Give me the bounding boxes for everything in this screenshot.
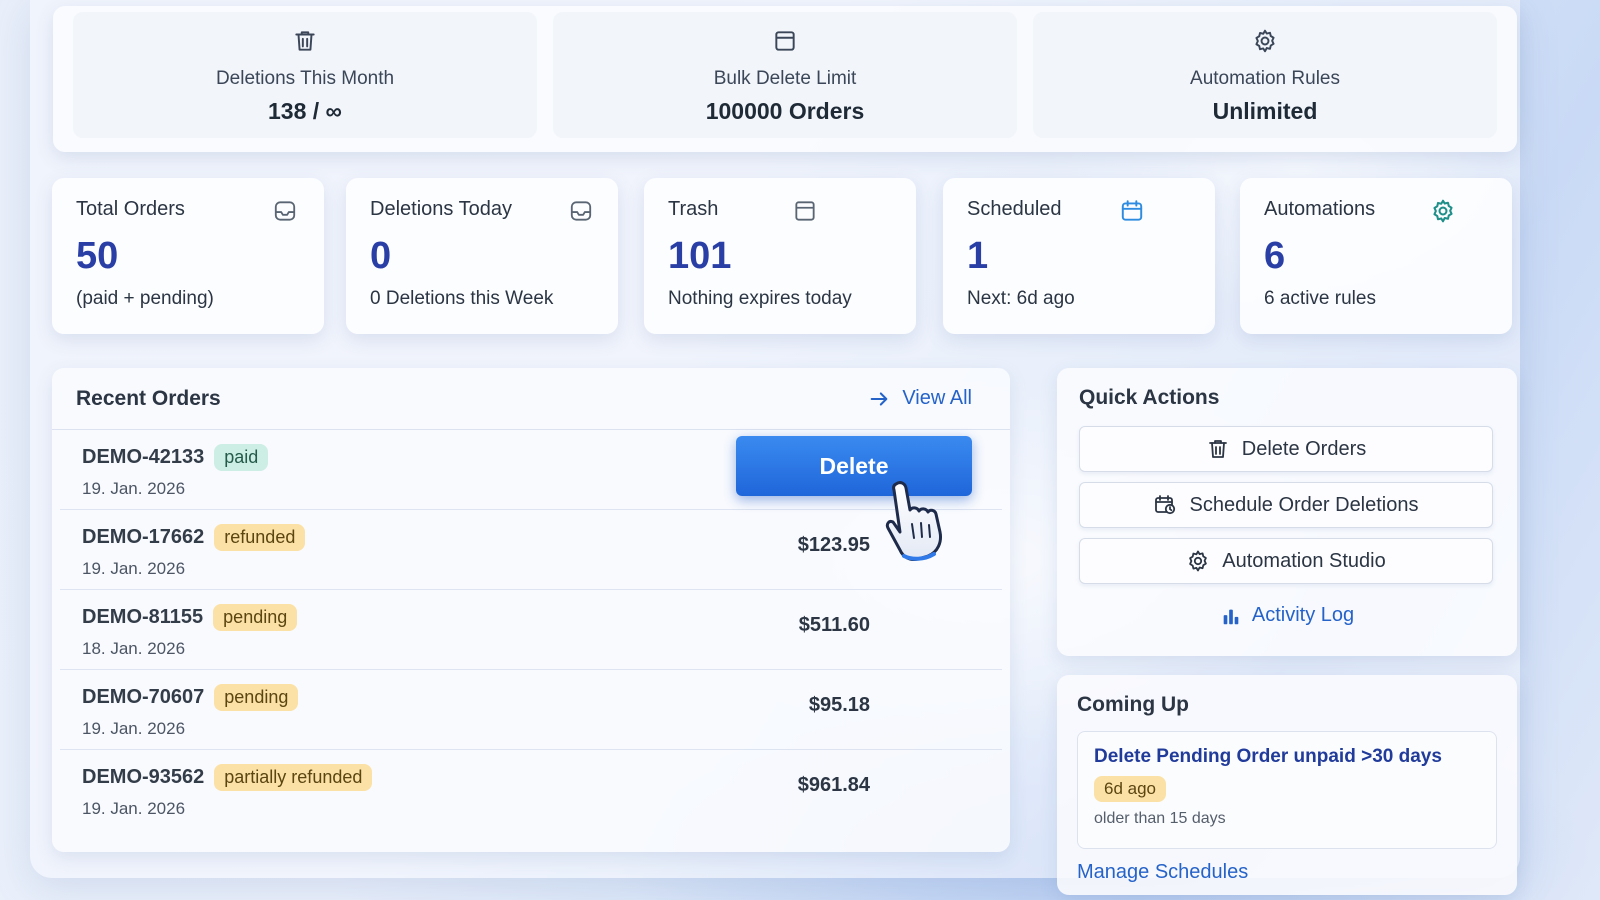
- status-badge: partially refunded: [214, 764, 373, 791]
- order-id: DEMO-17662: [82, 526, 205, 548]
- stat-card-automations[interactable]: Automations 6 6 active rules: [1240, 178, 1512, 334]
- arrow-right-icon: [870, 391, 888, 406]
- automation-studio-button[interactable]: Automation Studio: [1079, 538, 1493, 584]
- order-id: DEMO-81155: [82, 606, 204, 628]
- stat-subtitle: Nothing expires today: [668, 288, 852, 309]
- stat-subtitle: (paid + pending): [76, 288, 214, 309]
- box-icon: [775, 31, 795, 51]
- table-row[interactable]: DEMO-42133 paid 19. Jan. 2026 Delete: [60, 430, 1002, 510]
- button-label: Delete Orders: [1241, 437, 1367, 460]
- gear-icon: [1189, 550, 1208, 572]
- table-row[interactable]: DEMO-81155 pending 18. Jan. 2026 $511.60: [60, 590, 1002, 670]
- order-amount: $511.60: [798, 614, 870, 636]
- summary-automation-rules: Automation Rules Unlimited: [1033, 12, 1497, 138]
- summary-label: Deletions This Month: [215, 68, 395, 89]
- box-icon: [795, 201, 815, 221]
- stat-subtitle: Next: 6d ago: [967, 288, 1075, 309]
- summary-value: 100000 Orders: [705, 98, 865, 124]
- summary-label: Automation Rules: [1190, 68, 1340, 89]
- hand-pointer-cursor-icon: [885, 481, 942, 561]
- stat-card-trash[interactable]: Trash 101 Nothing expires today: [644, 178, 916, 334]
- stat-card-scheduled[interactable]: Scheduled 1 Next: 6d ago: [943, 178, 1215, 334]
- summary-deletions-month: Deletions This Month 138 / ∞: [73, 12, 537, 138]
- recent-orders-header: Recent Orders View All: [52, 368, 1010, 430]
- stat-title: Total Orders: [76, 198, 185, 220]
- view-all-link[interactable]: View All: [868, 387, 972, 410]
- order-id: DEMO-70607: [82, 686, 205, 708]
- status-badge: pending: [213, 604, 298, 631]
- stat-value: 1: [967, 235, 989, 277]
- scheduled-item[interactable]: Delete Pending Order unpaid >30 days 6d …: [1077, 731, 1497, 849]
- stat-title: Trash: [668, 198, 719, 220]
- coming-up-panel: Coming Up Delete Pending Order unpaid >3…: [1057, 675, 1517, 895]
- scheduled-item-title[interactable]: Delete Pending Order unpaid >30 days: [1094, 746, 1480, 768]
- order-date: 18. Jan. 2026: [82, 639, 186, 658]
- stat-value: 6: [1264, 235, 1286, 277]
- summary-value: 138 / ∞: [268, 98, 342, 124]
- recent-orders-title: Recent Orders: [76, 386, 221, 410]
- trash-icon: [1208, 440, 1227, 458]
- summary-label: Bulk Delete Limit: [713, 68, 857, 89]
- table-row[interactable]: DEMO-70607 pending 19. Jan. 2026 $95.18: [60, 670, 1002, 750]
- scheduled-item-subtitle: older than 15 days: [1094, 810, 1226, 827]
- coming-up-title: Coming Up: [1077, 693, 1189, 716]
- inbox-icon: [274, 201, 296, 221]
- order-date: 19. Jan. 2026: [82, 559, 186, 578]
- activity-log-label: Activity Log: [1251, 604, 1355, 626]
- calendar-icon: [1121, 200, 1143, 221]
- order-amount: $95.18: [808, 694, 870, 716]
- bar-chart-icon: [1223, 609, 1239, 624]
- status-badge: 6d ago: [1094, 776, 1166, 802]
- order-id: DEMO-42133: [82, 446, 205, 468]
- button-label: Schedule Order Deletions: [1189, 493, 1419, 516]
- schedule-deletions-button[interactable]: Schedule Order Deletions: [1079, 482, 1493, 528]
- order-date: 19. Jan. 2026: [82, 799, 186, 818]
- gear-icon: [1255, 29, 1275, 53]
- stat-value: 50: [76, 235, 119, 277]
- stat-title: Deletions Today: [370, 198, 512, 220]
- stat-title: Scheduled: [967, 198, 1062, 220]
- status-badge: paid: [214, 444, 269, 471]
- order-date: 19. Jan. 2026: [82, 719, 186, 738]
- stat-subtitle: 0 Deletions this Week: [370, 288, 554, 309]
- plan-summary: Deletions This Month 138 / ∞ Bulk Delete…: [53, 6, 1517, 152]
- stat-value: 101: [668, 235, 732, 277]
- summary-bulk-limit: Bulk Delete Limit 100000 Orders: [553, 12, 1017, 138]
- table-row[interactable]: DEMO-93562 partially refunded 19. Jan. 2…: [60, 750, 1002, 830]
- view-all-label: View All: [902, 387, 972, 409]
- quick-actions-title: Quick Actions: [1079, 386, 1220, 409]
- order-id: DEMO-93562: [82, 766, 205, 788]
- table-row[interactable]: DEMO-17662 refunded 19. Jan. 2026 $123.9…: [60, 510, 1002, 590]
- activity-log-link[interactable]: Activity Log: [1079, 604, 1495, 627]
- quick-actions-panel: Quick Actions Delete Orders Schedule Ord…: [1057, 368, 1517, 656]
- gear-icon: [1433, 199, 1453, 223]
- order-amount: $961.84: [797, 774, 870, 796]
- button-label: Automation Studio: [1222, 549, 1386, 572]
- stat-value: 0: [370, 235, 392, 277]
- order-amount: $123.95: [797, 534, 870, 556]
- inbox-icon: [570, 201, 592, 221]
- status-badge: refunded: [214, 524, 306, 551]
- summary-value: Unlimited: [1212, 98, 1318, 124]
- manage-schedules-link[interactable]: Manage Schedules: [1077, 861, 1248, 884]
- stat-card-total-orders[interactable]: Total Orders 50 (paid + pending): [52, 178, 324, 334]
- stat-card-deletions-today[interactable]: Deletions Today 0 0 Deletions this Week: [346, 178, 618, 334]
- trash-icon: [295, 31, 315, 51]
- stat-subtitle: 6 active rules: [1264, 288, 1376, 309]
- status-badge: pending: [214, 684, 299, 711]
- calendar-clock-icon: [1155, 495, 1176, 515]
- recent-orders-panel: Recent Orders View All DEMO-42133 paid 1…: [52, 368, 1010, 852]
- delete-orders-button[interactable]: Delete Orders: [1079, 426, 1493, 472]
